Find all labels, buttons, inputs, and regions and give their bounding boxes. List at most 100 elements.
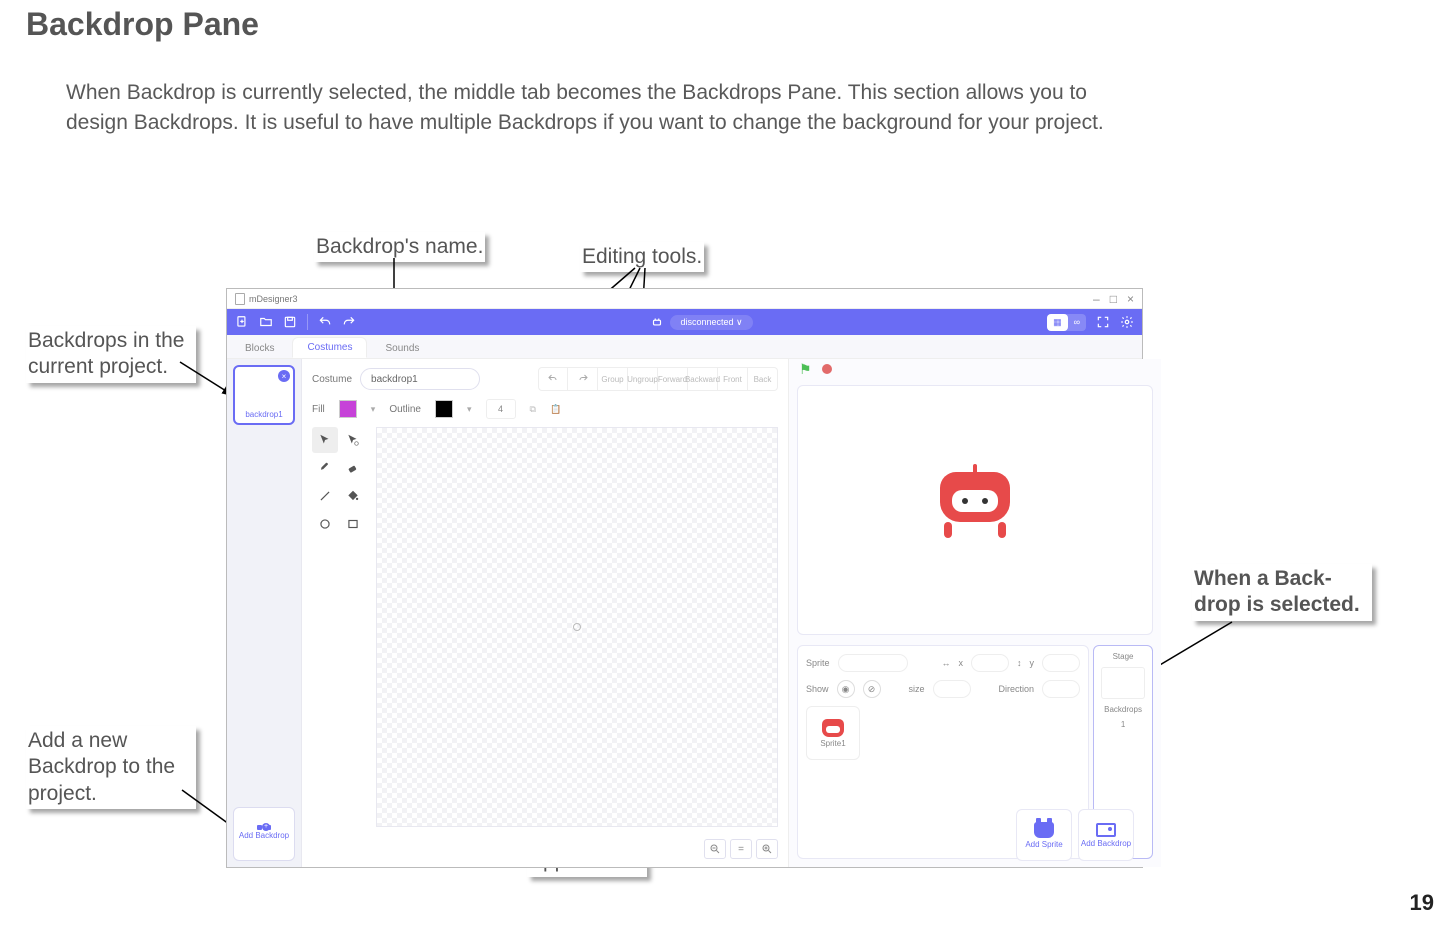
rect-tool-icon[interactable]: [340, 511, 366, 537]
copy-icon[interactable]: ⧉: [530, 404, 536, 415]
callout-backdrops-list: Backdrops in the current project.: [26, 326, 196, 383]
callout-backdrop-name: Backdrop's name.: [314, 232, 485, 262]
hide-eye-icon[interactable]: ⊘: [863, 680, 881, 698]
eraser-tool-icon[interactable]: [340, 455, 366, 481]
view-mode-toggle[interactable]: ▦ ∞: [1047, 314, 1086, 331]
settings-icon[interactable]: [1120, 315, 1134, 329]
redo-button[interactable]: [568, 367, 598, 391]
stage-column: ⚑ Sprite ↔ x: [788, 359, 1161, 867]
window-title: mDesigner3: [249, 294, 298, 304]
front-button[interactable]: Front: [718, 367, 748, 391]
add-backdrop-button-right[interactable]: Add Backdrop: [1078, 809, 1134, 861]
y-label: y: [1030, 658, 1035, 668]
sprite-name-input[interactable]: [838, 654, 908, 672]
fill-label: Fill: [312, 404, 325, 415]
undo-icon[interactable]: [318, 315, 332, 329]
fullscreen-icon[interactable]: [1096, 315, 1110, 329]
canvas-center-icon: [573, 623, 581, 631]
thumb-label: backdrop1: [245, 410, 282, 419]
app-toolbar: disconnected ∨ ▦ ∞: [227, 309, 1142, 335]
outline-label: Outline: [389, 404, 421, 415]
edit-action-group: Group Ungroup Forward Backward Front Bac…: [538, 367, 778, 391]
forward-button[interactable]: Forward: [658, 367, 688, 391]
delete-thumb-icon[interactable]: ×: [278, 370, 290, 382]
x-input[interactable]: [971, 654, 1009, 672]
tool-palette: [312, 427, 366, 827]
costume-label: Costume: [312, 374, 352, 385]
connect-icon: [650, 315, 664, 329]
sprite-label: Sprite: [806, 658, 830, 668]
intro-paragraph: When Backdrop is currently selected, the…: [66, 78, 1116, 139]
maximize-icon[interactable]: □: [1110, 292, 1117, 306]
stage-panel-count: 1: [1121, 720, 1125, 729]
tab-costumes[interactable]: Costumes: [292, 337, 367, 358]
add-sprite-button[interactable]: Add Sprite: [1016, 809, 1072, 861]
back-button[interactable]: Back: [748, 367, 778, 391]
zoom-out-button[interactable]: [704, 839, 726, 859]
group-button[interactable]: Group: [598, 367, 628, 391]
window-titlebar: mDesigner3 – □ ×: [227, 289, 1142, 309]
sprite-thumb-icon: [822, 719, 844, 737]
save-icon[interactable]: [283, 315, 297, 329]
page-number: 19: [1410, 890, 1434, 916]
backdrop-thumb-column: × backdrop1 + Add Backdrop: [227, 359, 302, 867]
show-eye-icon[interactable]: ◉: [837, 680, 855, 698]
open-folder-icon[interactable]: [259, 315, 273, 329]
outline-swatch[interactable]: [435, 400, 453, 418]
zoom-reset-button[interactable]: =: [730, 839, 752, 859]
add-backdrop-label: Add Backdrop: [239, 831, 289, 840]
grid-view-icon[interactable]: ▦: [1047, 314, 1068, 331]
image-icon: [1096, 823, 1116, 837]
zoom-in-button[interactable]: [756, 839, 778, 859]
cat-icon: [1034, 822, 1054, 838]
reshape-tool-icon[interactable]: [340, 427, 366, 453]
select-tool-icon[interactable]: [312, 427, 338, 453]
paste-icon[interactable]: 📋: [550, 404, 561, 415]
costume-name-input[interactable]: [360, 368, 480, 390]
tab-blocks[interactable]: Blocks: [231, 339, 288, 358]
fill-tool-icon[interactable]: [340, 483, 366, 509]
backward-button[interactable]: Backward: [688, 367, 718, 391]
backdrop-thumb[interactable]: × backdrop1: [233, 365, 295, 425]
code-view-icon[interactable]: ∞: [1068, 314, 1086, 331]
sprite-card[interactable]: Sprite1: [806, 706, 860, 760]
editor-tabs: Blocks Costumes Sounds: [227, 335, 1142, 359]
y-input[interactable]: [1042, 654, 1080, 672]
callout-editing-tools: Editing tools.: [580, 242, 704, 272]
line-tool-icon[interactable]: [312, 483, 338, 509]
size-label: size: [909, 684, 925, 694]
x-label: x: [959, 658, 964, 668]
connection-status[interactable]: disconnected ∨: [670, 315, 752, 330]
document-icon: [235, 293, 245, 305]
direction-label: Direction: [999, 684, 1035, 694]
add-sprite-label: Add Sprite: [1025, 840, 1062, 849]
ungroup-button[interactable]: Ungroup: [628, 367, 658, 391]
tab-sounds[interactable]: Sounds: [371, 339, 433, 358]
app-window: mDesigner3 – □ ×: [226, 288, 1143, 868]
direction-input[interactable]: [1042, 680, 1080, 698]
stop-icon[interactable]: [822, 364, 832, 374]
redo-icon[interactable]: [342, 315, 356, 329]
stage-panel-sub: Backdrops: [1104, 705, 1142, 714]
stage-thumb: [1101, 667, 1145, 699]
close-icon[interactable]: ×: [1127, 292, 1134, 306]
sprite-robot-icon: [940, 472, 1010, 532]
editor-column: Costume Group Ungroup Forward Backward F…: [302, 359, 788, 867]
zoom-controls: =: [312, 835, 778, 859]
drawing-canvas[interactable]: [376, 427, 778, 827]
green-flag-icon[interactable]: ⚑: [799, 361, 812, 378]
costume-name-row: Costume Group Ungroup Forward Backward F…: [312, 367, 778, 391]
brush-tool-icon[interactable]: [312, 455, 338, 481]
add-backdrop-label-right: Add Backdrop: [1081, 839, 1131, 848]
circle-tool-icon[interactable]: [312, 511, 338, 537]
stage-panel-title: Stage: [1113, 652, 1134, 661]
undo-button[interactable]: [538, 367, 568, 391]
minimize-icon[interactable]: –: [1093, 292, 1100, 306]
fill-swatch[interactable]: [339, 400, 357, 418]
callout-when-selected: When a Back-drop is selected.: [1192, 564, 1372, 621]
new-file-icon[interactable]: [235, 315, 249, 329]
size-input[interactable]: [933, 680, 971, 698]
add-backdrop-button[interactable]: + Add Backdrop: [233, 807, 295, 861]
show-label: Show: [806, 684, 829, 694]
stroke-width-input[interactable]: [486, 399, 516, 419]
